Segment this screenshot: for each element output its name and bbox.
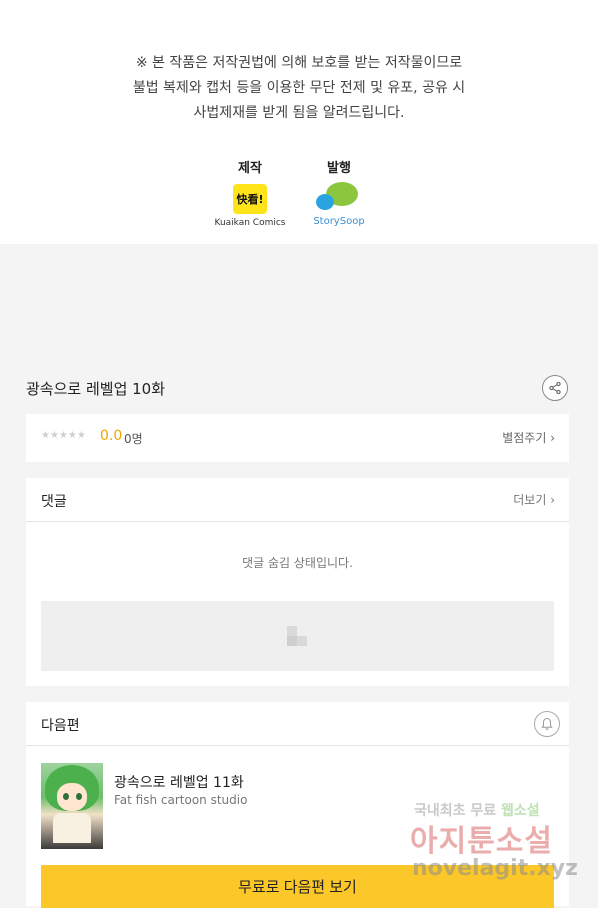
copyright-notice: ※ 본 작품은 저작권법에 의해 보호를 받는 저작물이므로 불법 복제와 캡처… [0, 51, 598, 126]
publisher-label: 발행 [327, 161, 351, 176]
thumb-eye-left [63, 793, 69, 800]
comments-more-link[interactable]: 더보기 › [513, 491, 555, 508]
thumb-eye-right [76, 793, 82, 800]
rating-score: 0.0 [100, 428, 123, 444]
rating-card: ★★★★★ 0.0 0명 별점주기 › [26, 414, 569, 462]
publisher-name: StorySoop [313, 216, 365, 227]
next-episode-free-button[interactable]: 무료로 다음편 보기 [41, 865, 554, 908]
next-episode-section-title: 다음편 [41, 718, 80, 734]
kuaikan-logo: 快看! [233, 184, 267, 214]
comments-title: 댓글 [41, 494, 67, 510]
image-placeholder-icon [287, 626, 307, 646]
next-episode-studio: Fat fish cartoon studio [114, 793, 248, 807]
producer-name: Kuaikan Comics [214, 218, 286, 228]
copyright-area: ※ 본 작품은 저작권법에 의해 보호를 받는 저작물이므로 불법 복제와 캡처… [0, 0, 598, 244]
rating-stars-icon: ★★★★★ [41, 430, 86, 441]
next-episode-title[interactable]: 광속으로 레벨업 11화 [114, 772, 244, 792]
logo-bubble-blue [316, 194, 334, 210]
next-episode-card: 다음편 광속으로 레벨업 11화 Fat fish cartoon studio… [26, 702, 569, 908]
rate-button[interactable]: 별점주기 › [502, 429, 555, 446]
publisher-credit: 발행 StorySoop [308, 157, 370, 227]
comments-hidden-message: 댓글 숨김 상태입니다. [242, 556, 353, 570]
rating-count: 0명 [124, 432, 143, 446]
notice-line-3: 사법제재를 받게 됨을 알려드립니다. [193, 105, 405, 121]
ad-placeholder [41, 601, 554, 671]
storysoop-logo [314, 182, 364, 214]
producer-credit: 제작 快看! Kuaikan Comics [214, 157, 286, 228]
producer-label: 제작 [238, 161, 262, 176]
episode-title: 광속으로 레벨업 10화 [26, 380, 166, 398]
next-episode-thumbnail[interactable] [41, 763, 103, 849]
next-episode-header: 다음편 [26, 702, 569, 746]
comments-card: 댓글 더보기 › 댓글 숨김 상태입니다. [26, 478, 569, 686]
bell-icon [541, 717, 553, 730]
notification-button[interactable] [534, 711, 560, 737]
notice-line-2: 불법 복제와 캡처 등을 이용한 무단 전제 및 유포, 공유 시 [132, 80, 466, 96]
share-button[interactable] [542, 375, 568, 401]
comments-header: 댓글 더보기 › [26, 478, 569, 522]
notice-line-1: ※ 본 작품은 저작권법에 의해 보호를 받는 저작물이므로 [135, 55, 463, 71]
thumb-face [57, 783, 87, 811]
share-icon [549, 381, 561, 395]
thumb-body [53, 813, 91, 843]
kuaikan-logo-text: 快看! [236, 193, 264, 206]
